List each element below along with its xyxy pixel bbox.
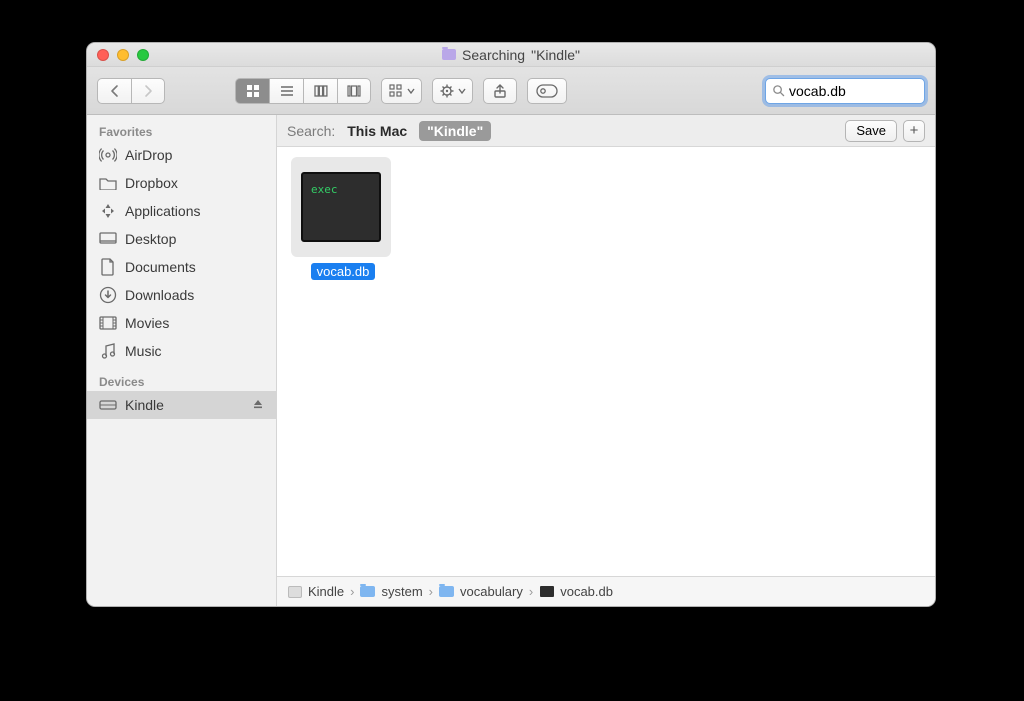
results-pane[interactable]: exec vocab.db (277, 115, 935, 576)
chevron-down-icon (407, 87, 415, 95)
disk-icon (99, 396, 117, 414)
tag-icon (536, 84, 558, 98)
path-segment[interactable]: system (381, 584, 422, 599)
search-field[interactable]: ✕ (765, 78, 925, 104)
view-switcher (235, 78, 371, 104)
grid-icon (245, 83, 261, 99)
window-body: Favorites AirDrop Dropbox Applications (87, 115, 935, 606)
chevron-down-icon (458, 87, 466, 95)
chevron-right-icon (140, 83, 156, 99)
folder-icon (442, 49, 456, 60)
list-view-button[interactable] (269, 78, 303, 104)
exec-icon-text: exec (311, 183, 338, 196)
path-bar: Kindle › system › vocabulary › vocab.db (277, 576, 935, 606)
devices-heading: Devices (87, 371, 276, 391)
favorites-heading: Favorites (87, 121, 276, 141)
share-icon (492, 83, 508, 99)
movies-icon (99, 314, 117, 332)
file-label: vocab.db (311, 263, 376, 280)
disk-icon (287, 586, 302, 598)
sidebar-item-label: Desktop (125, 231, 176, 247)
icon-view-button[interactable] (235, 78, 269, 104)
applications-icon (99, 202, 117, 220)
sidebar-item-documents[interactable]: Documents (87, 253, 276, 281)
scope-label: Search: (287, 123, 335, 139)
folder-icon (360, 586, 375, 598)
search-icon (772, 84, 785, 97)
add-criteria-button[interactable]: + (903, 120, 925, 142)
close-button[interactable] (97, 49, 109, 61)
documents-icon (99, 258, 117, 276)
airdrop-icon (99, 146, 117, 164)
sidebar: Favorites AirDrop Dropbox Applications (87, 115, 277, 606)
gallery-icon (346, 83, 362, 99)
search-input[interactable] (789, 83, 936, 99)
sidebar-item-label: Music (125, 343, 162, 359)
tags-button[interactable] (527, 78, 567, 104)
exec-icon: exec (301, 172, 381, 242)
titlebar: Searching "Kindle" (87, 43, 935, 67)
sidebar-item-dropbox[interactable]: Dropbox (87, 169, 276, 197)
desktop-icon (99, 230, 117, 248)
sidebar-item-label: Documents (125, 259, 196, 275)
toolbar: ✕ (87, 67, 935, 115)
group-icon (388, 83, 404, 99)
finder-window: Searching "Kindle" (86, 42, 936, 607)
column-view-button[interactable] (303, 78, 337, 104)
sidebar-item-label: Applications (125, 203, 201, 219)
sidebar-item-label: AirDrop (125, 147, 172, 163)
action-menu-button[interactable] (432, 78, 473, 104)
gear-icon (439, 83, 455, 99)
fullscreen-button[interactable] (137, 49, 149, 61)
nav-buttons (97, 78, 165, 104)
folder-icon (99, 174, 117, 192)
sidebar-item-label: Movies (125, 315, 169, 331)
window-title: Searching "Kindle" (87, 47, 935, 63)
file-icon: exec (291, 157, 391, 257)
share-button[interactable] (483, 78, 517, 104)
title-text-prefix: Searching (462, 47, 525, 63)
sidebar-item-label: Dropbox (125, 175, 178, 191)
folder-icon (439, 586, 454, 598)
sidebar-item-airdrop[interactable]: AirDrop (87, 141, 276, 169)
search-scope-bar: Search: This Mac "Kindle" Save + (277, 115, 935, 147)
minimize-button[interactable] (117, 49, 129, 61)
chevron-right-icon: › (529, 584, 533, 599)
sidebar-item-kindle[interactable]: Kindle (87, 391, 276, 419)
chevron-right-icon: › (350, 584, 354, 599)
sidebar-item-desktop[interactable]: Desktop (87, 225, 276, 253)
sidebar-item-music[interactable]: Music (87, 337, 276, 365)
sidebar-item-movies[interactable]: Movies (87, 309, 276, 337)
columns-icon (313, 83, 329, 99)
sidebar-item-downloads[interactable]: Downloads (87, 281, 276, 309)
back-button[interactable] (97, 78, 131, 104)
title-text-quoted: "Kindle" (531, 47, 580, 63)
save-search-button[interactable]: Save (845, 120, 897, 142)
scope-this-mac[interactable]: This Mac (347, 123, 407, 139)
chevron-right-icon: › (429, 584, 433, 599)
traffic-lights (97, 49, 149, 61)
exec-icon (539, 586, 554, 598)
path-segment[interactable]: Kindle (308, 584, 344, 599)
path-segment[interactable]: vocab.db (560, 584, 613, 599)
gallery-view-button[interactable] (337, 78, 371, 104)
group-by-button[interactable] (381, 78, 422, 104)
file-item[interactable]: exec vocab.db (291, 157, 395, 281)
list-icon (279, 83, 295, 99)
eject-button[interactable] (252, 397, 264, 413)
scope-kindle[interactable]: "Kindle" (419, 121, 491, 141)
sidebar-item-label: Kindle (125, 397, 164, 413)
chevron-left-icon (107, 83, 123, 99)
path-segment[interactable]: vocabulary (460, 584, 523, 599)
downloads-icon (99, 286, 117, 304)
sidebar-item-applications[interactable]: Applications (87, 197, 276, 225)
content-area: exec vocab.db Kindle › system › vocabula… (277, 115, 935, 606)
music-icon (99, 342, 117, 360)
sidebar-item-label: Downloads (125, 287, 194, 303)
forward-button[interactable] (131, 78, 165, 104)
